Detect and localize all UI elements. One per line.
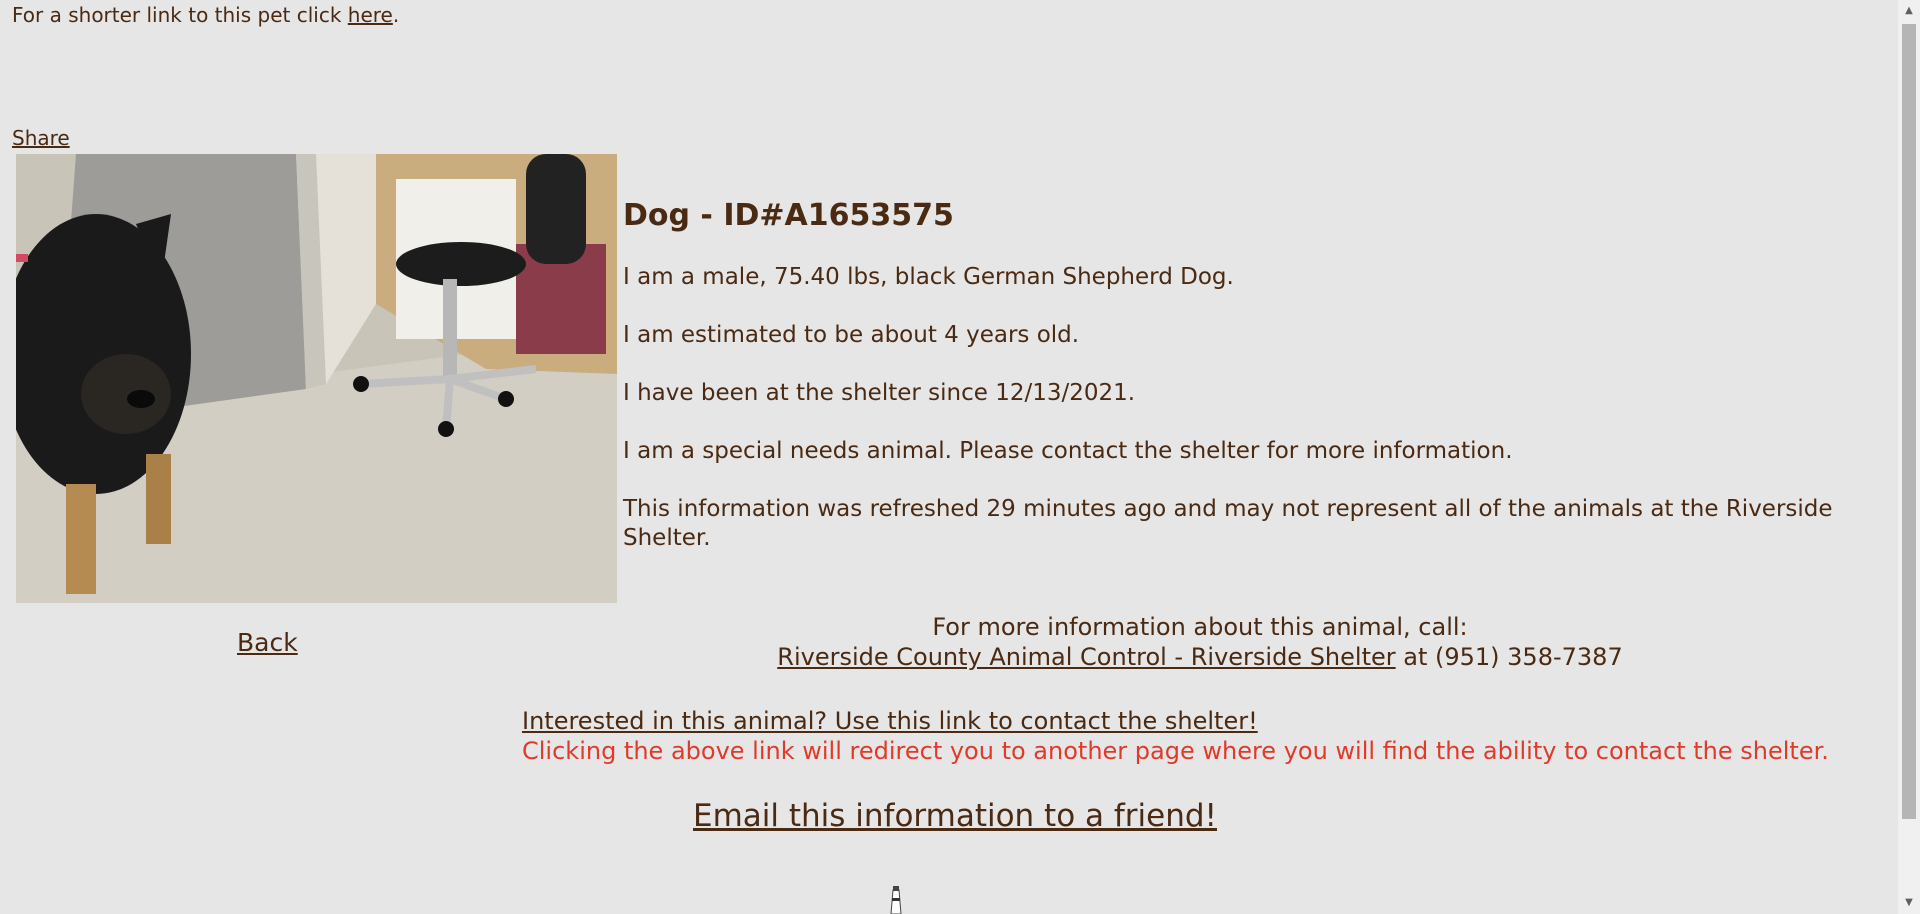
pet-special-needs: I am a special needs animal. Please cont… bbox=[623, 438, 1513, 464]
shelter-link[interactable]: Riverside County Animal Control - Rivers… bbox=[777, 643, 1395, 671]
shelter-phone-line: Riverside County Animal Control - Rivers… bbox=[700, 642, 1700, 672]
pet-photo bbox=[16, 154, 617, 603]
scroll-up-arrow-icon[interactable]: ▲ bbox=[1898, 2, 1920, 20]
lighthouse-icon bbox=[886, 886, 906, 914]
interest-block: Interested in this animal? Use this link… bbox=[522, 706, 1829, 766]
vertical-scrollbar[interactable]: ▲ ▼ bbox=[1898, 0, 1920, 914]
scroll-down-arrow-icon[interactable]: ▼ bbox=[1898, 894, 1920, 912]
pet-title: Dog - ID#A1653575 bbox=[623, 198, 954, 233]
shorter-link-text: For a shorter link to this pet click her… bbox=[12, 3, 399, 27]
pet-details: Dog - ID#A1653575 I am a male, 75.40 lbs… bbox=[623, 198, 1873, 582]
share-link[interactable]: Share bbox=[12, 126, 70, 150]
pet-detail-page: For a shorter link to this pet click her… bbox=[0, 0, 1898, 914]
pet-description: I am a male, 75.40 lbs, black German She… bbox=[623, 264, 1234, 290]
refresh-note: This information was refreshed 29 minute… bbox=[623, 496, 1833, 551]
pet-shelter-since: I have been at the shelter since 12/13/2… bbox=[623, 380, 1136, 406]
shorter-link-here[interactable]: here bbox=[348, 3, 393, 27]
shelter-phone: at (951) 358-7387 bbox=[1395, 643, 1623, 671]
call-prompt: For more information about this animal, … bbox=[932, 613, 1468, 641]
pet-age: I am estimated to be about 4 years old. bbox=[623, 322, 1080, 348]
back-link[interactable]: Back bbox=[237, 628, 298, 657]
redirect-warning: Clicking the above link will redirect yo… bbox=[522, 737, 1829, 765]
email-friend-link[interactable]: Email this information to a friend! bbox=[693, 798, 1217, 834]
contact-shelter-link[interactable]: Interested in this animal? Use this link… bbox=[522, 707, 1258, 735]
shorter-link-prefix: For a shorter link to this pet click bbox=[12, 3, 348, 27]
shorter-link-suffix: . bbox=[392, 3, 400, 27]
scroll-thumb[interactable] bbox=[1902, 24, 1916, 819]
call-info: For more information about this animal, … bbox=[700, 612, 1700, 672]
